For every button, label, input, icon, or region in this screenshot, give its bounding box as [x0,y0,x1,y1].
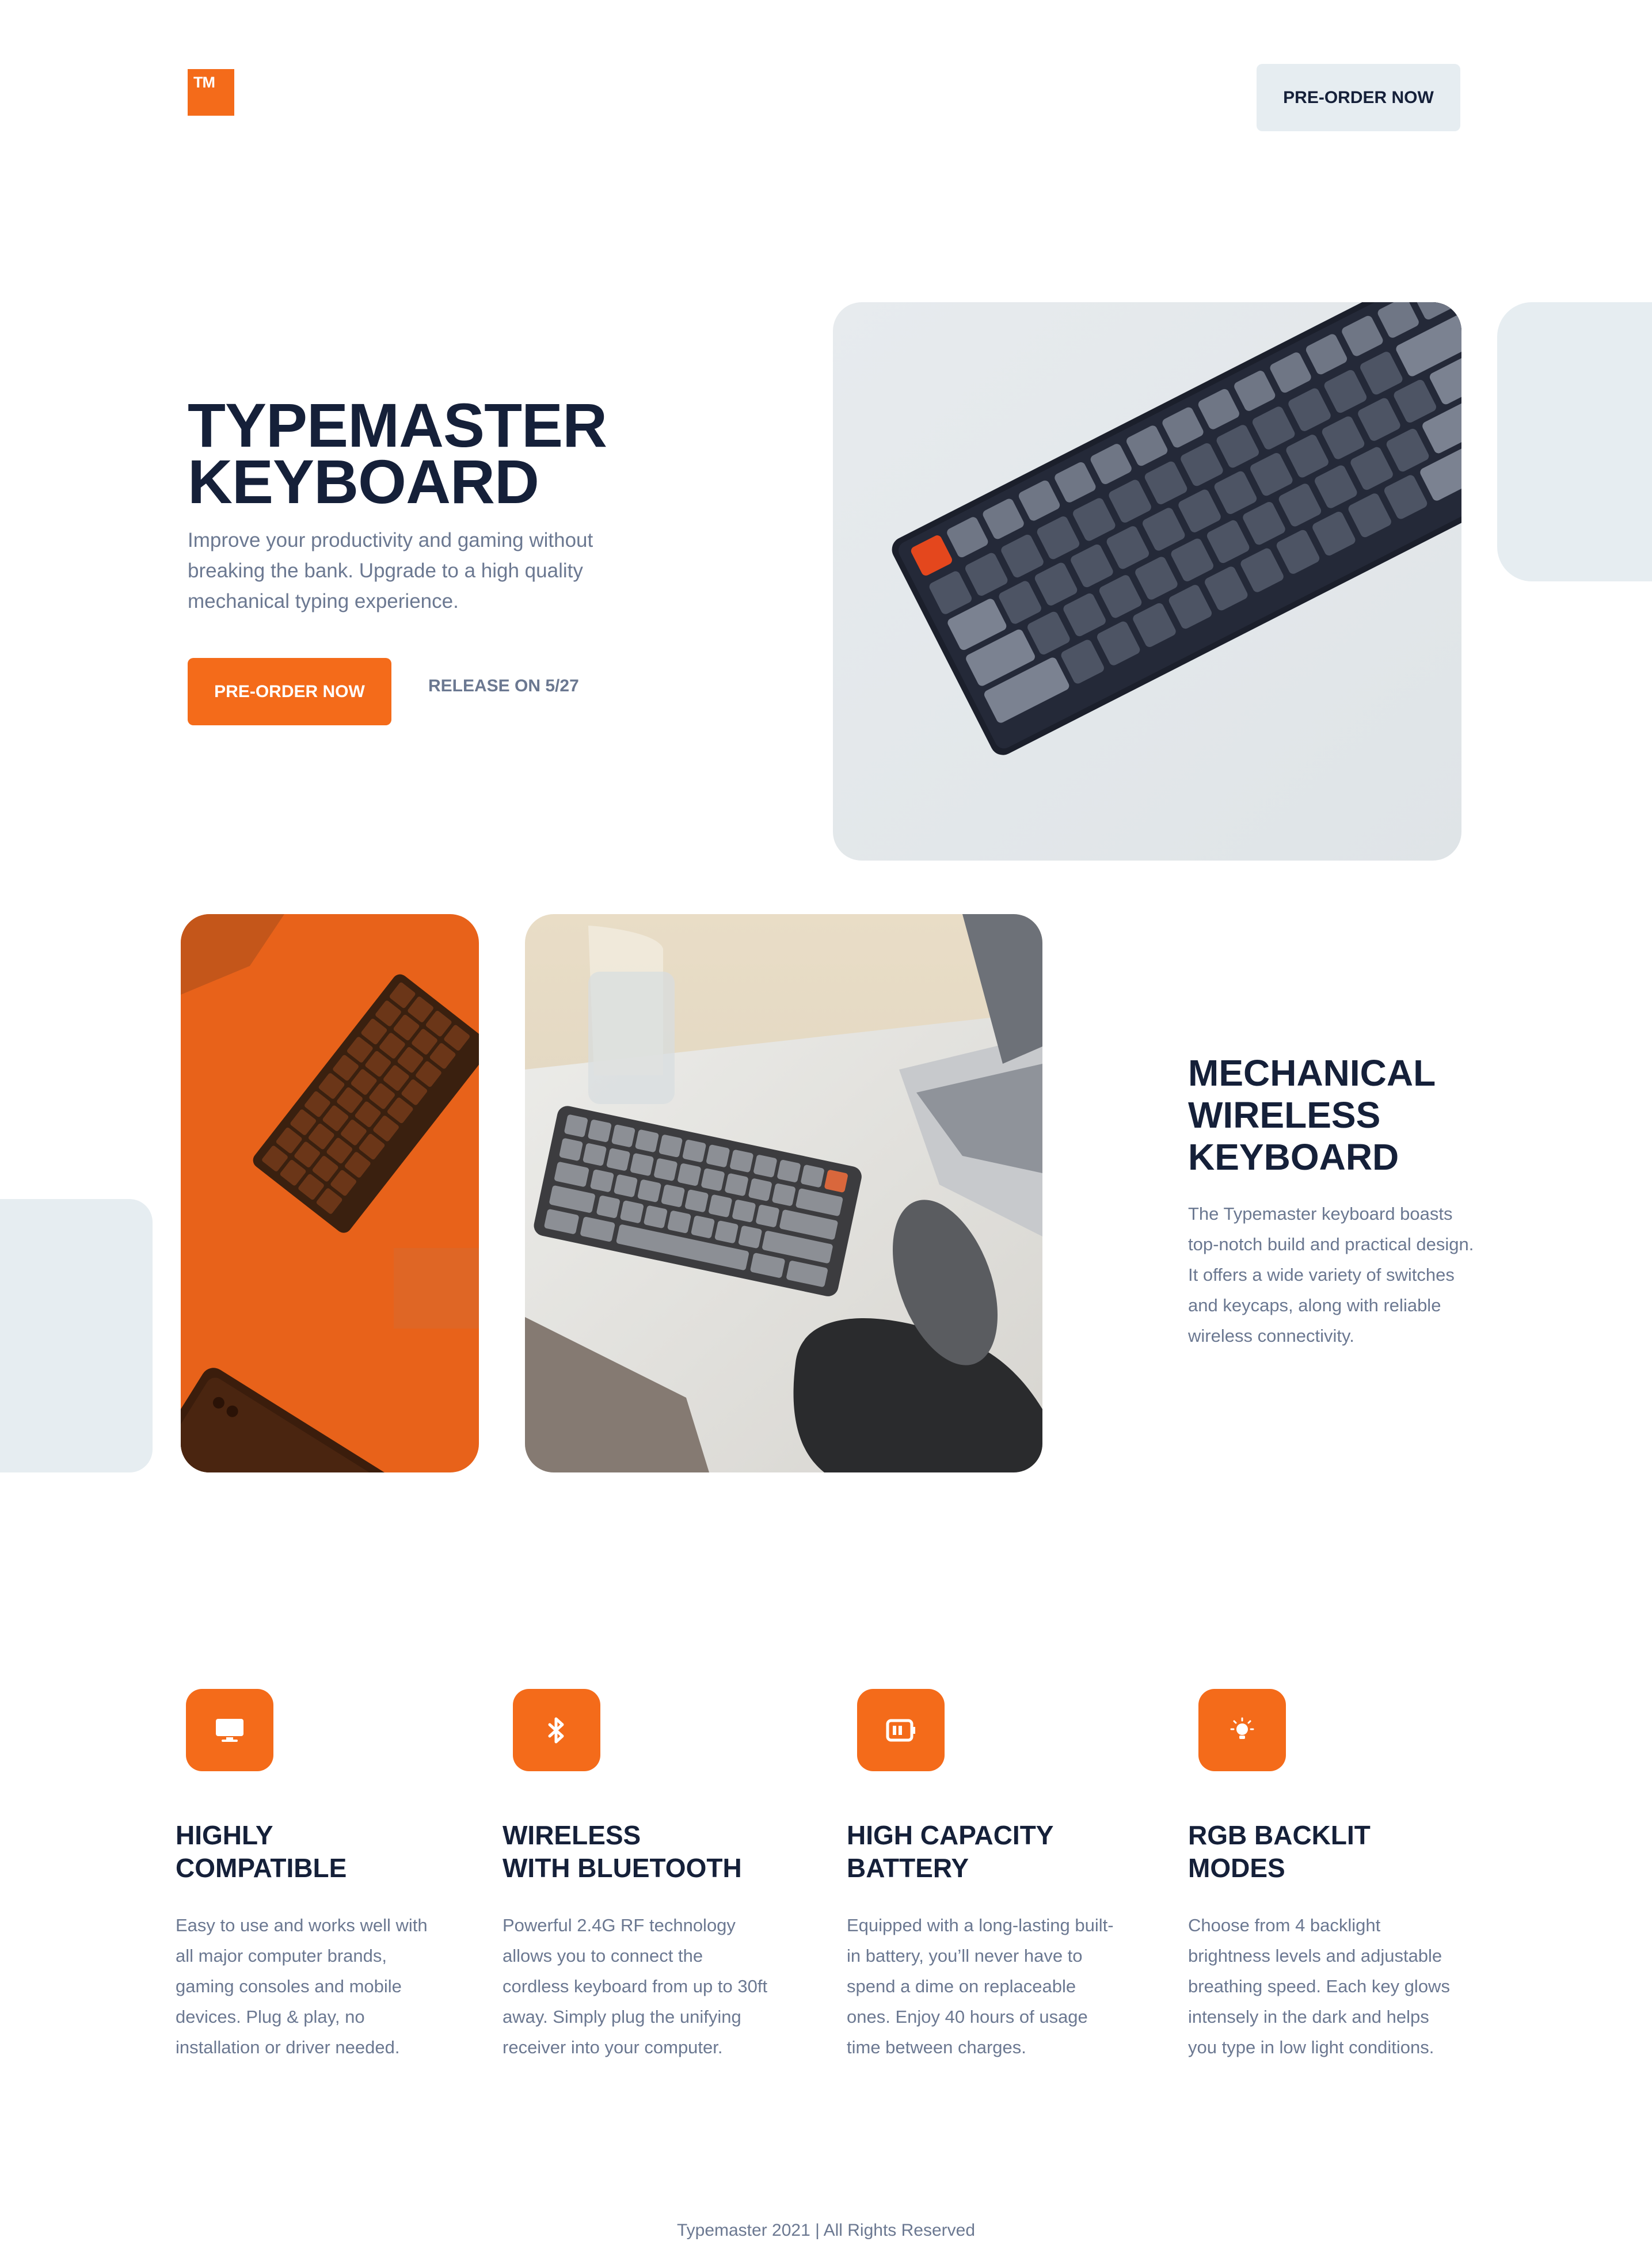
mechanical-section-title: MECHANICAL WIRELESS KEYBOARD [1188,1052,1476,1178]
footer-copyright: Typemaster 2021 | All Rights Reserved [676,2221,976,2240]
feature-title-rgb: RGB BACKLIT MODES [1188,1819,1487,1885]
feature-title-line1: HIGHLY [176,1820,273,1850]
hero-title-line1: TYPEMASTER [188,390,607,460]
battery-icon [857,1689,945,1771]
feature-title-line2: BATTERY [847,1853,969,1883]
hero-title-line2: KEYBOARD [188,447,539,516]
decorative-panel-left [0,1199,153,1472]
feature-title-line1: HIGH CAPACITY [847,1820,1054,1850]
bluetooth-icon [513,1689,600,1771]
mechanical-title-line1: MECHANICAL [1188,1052,1436,1094]
brand-logo[interactable]: TM [188,69,234,116]
desk-setup-image [525,914,1042,1472]
hero-title: TYPEMASTER KEYBOARD [188,390,706,516]
orange-keyboard-phone-image [181,914,479,1472]
mechanical-section-body: The Typemaster keyboard boasts top-notch… [1188,1204,1474,1346]
feature-title-line1: RGB BACKLIT [1188,1820,1371,1850]
monitor-icon [186,1689,273,1771]
feature-title-line2: WITH BLUETOOTH [503,1853,742,1883]
feature-title-compatible: HIGHLY COMPATIBLE [176,1819,475,1885]
logo-text: TM [193,74,215,91]
mechanical-title-line3: KEYBOARD [1188,1136,1399,1178]
feature-title-line2: COMPATIBLE [176,1853,347,1883]
feature-body-compatible: Easy to use and works well with all majo… [176,1915,428,2057]
feature-body-battery: Equipped with a long-lasting built-in ba… [847,1915,1114,2057]
feature-title-line2: MODES [1188,1853,1285,1883]
feature-title-line1: WIRELESS [503,1820,641,1850]
mechanical-title-line2: WIRELESS [1188,1094,1381,1136]
feature-body-wireless: Powerful 2.4G RF technology allows you t… [503,1915,768,2057]
header-preorder-button[interactable]: PRE-ORDER NOW [1257,64,1460,131]
feature-body-rgb: Choose from 4 backlight brightness level… [1188,1915,1450,2057]
feature-title-battery: HIGH CAPACITY BATTERY [847,1819,1146,1885]
lightbulb-icon [1198,1689,1286,1771]
release-date-label: RELEASE ON 5/27 [428,676,579,695]
hero-subtitle: Improve your productivity and gaming wit… [188,529,593,612]
hero-keyboard-image [833,302,1461,861]
hero-preorder-button[interactable]: PRE-ORDER NOW [188,658,391,725]
feature-title-wireless: WIRELESS WITH BLUETOOTH [503,1819,802,1885]
decorative-panel-right [1497,302,1652,581]
